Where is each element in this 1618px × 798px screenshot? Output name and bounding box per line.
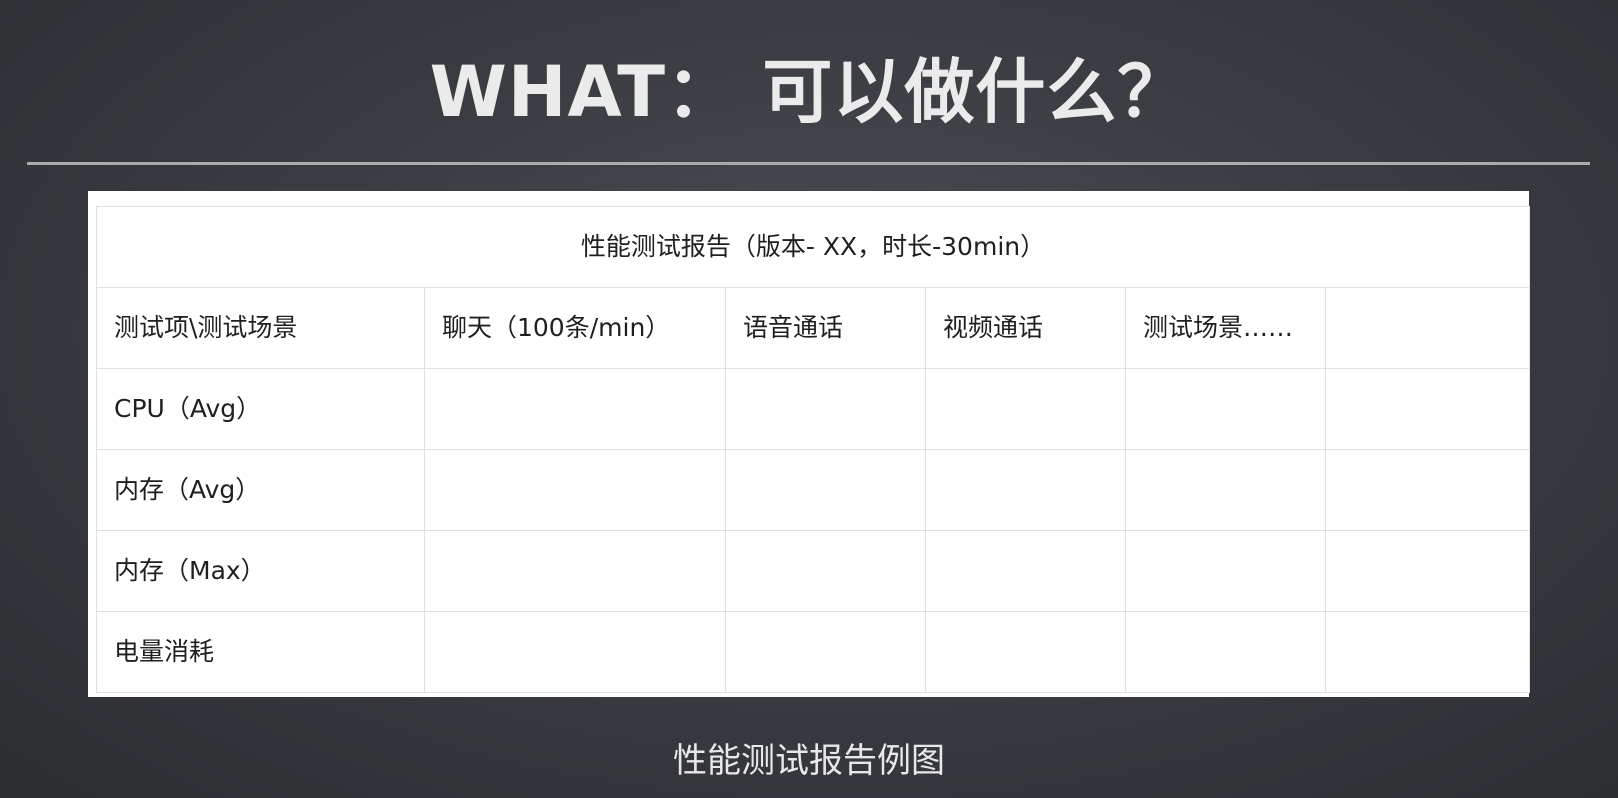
table-row: 内存（Max） (96, 530, 1531, 612)
table-cell (725, 611, 926, 693)
header-more-scenarios: 测试场景…… (1125, 287, 1326, 369)
table-cell (925, 530, 1126, 612)
report-table-title: 性能测试报告（版本- XX，时长-30min） (95, 206, 1531, 288)
table-cell (925, 611, 1126, 693)
row-label-memory-max: 内存（Max） (96, 530, 425, 612)
table-cell (725, 530, 926, 612)
table-cell (725, 449, 926, 531)
table-cell (1125, 611, 1326, 693)
table-cell (725, 368, 926, 450)
table-cell (925, 368, 1126, 450)
table-cell (424, 530, 726, 612)
table-row: CPU（Avg） (96, 368, 1531, 450)
performance-report-table: 性能测试报告（版本- XX，时长-30min） 测试项\测试场景 聊天（100条… (95, 206, 1531, 693)
header-test-item: 测试项\测试场景 (96, 287, 425, 369)
table-cell (424, 611, 726, 693)
row-label-memory-avg: 内存（Avg） (96, 449, 425, 531)
figure-caption: 性能测试报告例图 (673, 741, 945, 781)
table-cell (1125, 530, 1326, 612)
table-title-row: 性能测试报告（版本- XX，时长-30min） (95, 206, 1531, 288)
table-cell (925, 449, 1126, 531)
header-voice-call: 语音通话 (725, 287, 926, 369)
table-row: 电量消耗 (96, 611, 1531, 693)
table-cell (1125, 368, 1326, 450)
table-cell (424, 449, 726, 531)
table-cell (1324, 368, 1531, 450)
row-label-cpu-avg: CPU（Avg） (96, 368, 425, 450)
table-header-row: 测试项\测试场景 聊天（100条/min） 语音通话 视频通话 测试场景…… (96, 287, 1531, 369)
table-cell (1125, 449, 1326, 531)
report-table-card: 性能测试报告（版本- XX，时长-30min） 测试项\测试场景 聊天（100条… (88, 191, 1531, 697)
row-label-battery-consumption: 电量消耗 (96, 611, 425, 693)
table-cell (1324, 611, 1531, 693)
table-cell (424, 368, 726, 450)
table-row: 内存（Avg） (96, 449, 1531, 531)
title-divider (27, 162, 1590, 165)
slide-title: WHAT： 可以做什么？ (429, 51, 1189, 133)
table-cell (1324, 449, 1531, 531)
header-video-call: 视频通话 (925, 287, 1126, 369)
table-cell (1324, 530, 1531, 612)
header-chat: 聊天（100条/min） (424, 287, 726, 369)
header-empty (1324, 287, 1531, 369)
